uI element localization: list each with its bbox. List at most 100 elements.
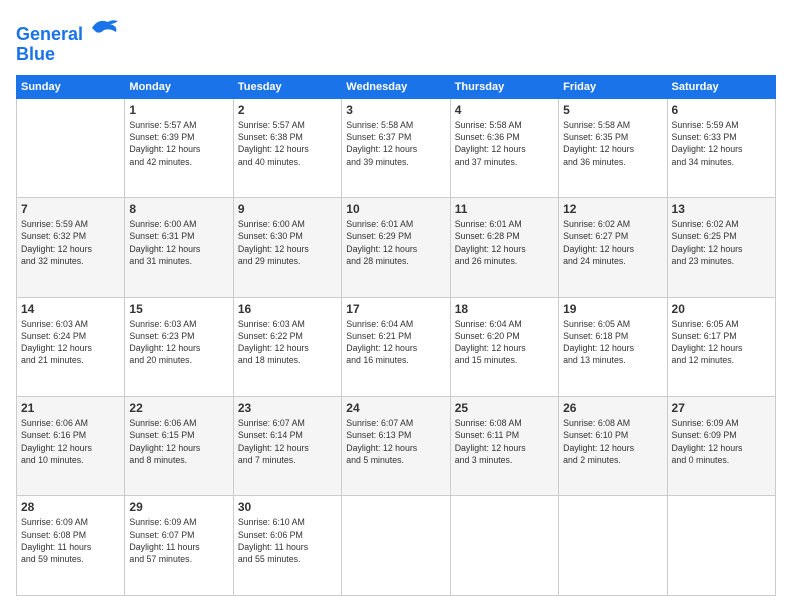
day-cell-8: 8 Sunrise: 6:00 AM Sunset: 6:31 PM Daylig… xyxy=(125,198,233,297)
day-number: 2 xyxy=(238,103,337,117)
weekday-header-saturday: Saturday xyxy=(667,75,775,98)
day-info: Sunrise: 6:09 AM Sunset: 6:07 PM Dayligh… xyxy=(129,516,228,565)
day-number: 6 xyxy=(672,103,771,117)
day-info: Sunrise: 5:58 AM Sunset: 6:36 PM Dayligh… xyxy=(455,119,554,168)
day-cell-23: 23 Sunrise: 6:07 AM Sunset: 6:14 PM Dayli… xyxy=(233,397,341,496)
day-number: 23 xyxy=(238,401,337,415)
day-info: Sunrise: 6:05 AM Sunset: 6:18 PM Dayligh… xyxy=(563,318,662,367)
day-info: Sunrise: 5:57 AM Sunset: 6:38 PM Dayligh… xyxy=(238,119,337,168)
day-cell-5: 5 Sunrise: 5:58 AM Sunset: 6:35 PM Daylig… xyxy=(559,98,667,197)
day-number: 22 xyxy=(129,401,228,415)
day-number: 20 xyxy=(672,302,771,316)
day-info: Sunrise: 6:09 AM Sunset: 6:09 PM Dayligh… xyxy=(672,417,771,466)
week-row-4: 21 Sunrise: 6:06 AM Sunset: 6:16 PM Dayli… xyxy=(17,397,776,496)
week-row-2: 7 Sunrise: 5:59 AM Sunset: 6:32 PM Daylig… xyxy=(17,198,776,297)
day-info: Sunrise: 6:03 AM Sunset: 6:24 PM Dayligh… xyxy=(21,318,120,367)
day-info: Sunrise: 6:01 AM Sunset: 6:28 PM Dayligh… xyxy=(455,218,554,267)
empty-cell xyxy=(342,496,450,596)
day-cell-6: 6 Sunrise: 5:59 AM Sunset: 6:33 PM Daylig… xyxy=(667,98,775,197)
weekday-header-wednesday: Wednesday xyxy=(342,75,450,98)
day-cell-1: 1 Sunrise: 5:57 AM Sunset: 6:39 PM Daylig… xyxy=(125,98,233,197)
day-info: Sunrise: 6:02 AM Sunset: 6:27 PM Dayligh… xyxy=(563,218,662,267)
day-info: Sunrise: 6:07 AM Sunset: 6:14 PM Dayligh… xyxy=(238,417,337,466)
day-info: Sunrise: 6:06 AM Sunset: 6:16 PM Dayligh… xyxy=(21,417,120,466)
day-cell-24: 24Sunrise: 6:07 AM Sunset: 6:13 PM Dayli… xyxy=(342,397,450,496)
day-number: 9 xyxy=(238,202,337,216)
day-info: Sunrise: 5:59 AM Sunset: 6:33 PM Dayligh… xyxy=(672,119,771,168)
week-row-3: 14 Sunrise: 6:03 AM Sunset: 6:24 PM Dayli… xyxy=(17,297,776,396)
day-number: 3 xyxy=(346,103,445,117)
page: General Blue SundayMondayTuesdayWednesda… xyxy=(0,0,792,612)
day-cell-11: 11 Sunrise: 6:01 AM Sunset: 6:28 PM Dayli… xyxy=(450,198,558,297)
day-number: 14 xyxy=(21,302,120,316)
header: General Blue xyxy=(16,16,776,65)
day-info: Sunrise: 6:05 AM Sunset: 6:17 PM Dayligh… xyxy=(672,318,771,367)
day-number: 28 xyxy=(21,500,120,514)
weekday-header-tuesday: Tuesday xyxy=(233,75,341,98)
weekday-header-sunday: Sunday xyxy=(17,75,125,98)
day-cell-17: 17 Sunrise: 6:04 AM Sunset: 6:21 PM Dayli… xyxy=(342,297,450,396)
day-info: Sunrise: 6:06 AM Sunset: 6:15 PM Dayligh… xyxy=(129,417,228,466)
day-cell-29: 29 Sunrise: 6:09 AM Sunset: 6:07 PM Dayli… xyxy=(125,496,233,596)
day-number: 11 xyxy=(455,202,554,216)
logo-text: General xyxy=(16,16,120,45)
weekday-header-monday: Monday xyxy=(125,75,233,98)
day-info: Sunrise: 6:04 AM Sunset: 6:20 PM Dayligh… xyxy=(455,318,554,367)
day-number: 21 xyxy=(21,401,120,415)
day-number: 15 xyxy=(129,302,228,316)
day-info: Sunrise: 6:08 AM Sunset: 6:11 PM Dayligh… xyxy=(455,417,554,466)
day-info: Sunrise: 5:58 AM Sunset: 6:35 PM Dayligh… xyxy=(563,119,662,168)
logo-bird-icon xyxy=(90,16,120,40)
day-cell-28: 28 Sunrise: 6:09 AM Sunset: 6:08 PM Dayli… xyxy=(17,496,125,596)
day-number: 1 xyxy=(129,103,228,117)
day-cell-30: 30 Sunrise: 6:10 AM Sunset: 6:06 PM Dayli… xyxy=(233,496,341,596)
week-row-5: 28 Sunrise: 6:09 AM Sunset: 6:08 PM Dayli… xyxy=(17,496,776,596)
logo-text-blue: Blue xyxy=(16,45,120,65)
week-row-1: 1 Sunrise: 5:57 AM Sunset: 6:39 PM Daylig… xyxy=(17,98,776,197)
day-cell-27: 27 Sunrise: 6:09 AM Sunset: 6:09 PM Dayli… xyxy=(667,397,775,496)
day-number: 18 xyxy=(455,302,554,316)
day-number: 4 xyxy=(455,103,554,117)
day-cell-13: 13 Sunrise: 6:02 AM Sunset: 6:25 PM Dayli… xyxy=(667,198,775,297)
weekday-header-row: SundayMondayTuesdayWednesdayThursdayFrid… xyxy=(17,75,776,98)
day-info: Sunrise: 6:03 AM Sunset: 6:22 PM Dayligh… xyxy=(238,318,337,367)
day-info: Sunrise: 6:10 AM Sunset: 6:06 PM Dayligh… xyxy=(238,516,337,565)
day-number: 10 xyxy=(346,202,445,216)
day-info: Sunrise: 5:59 AM Sunset: 6:32 PM Dayligh… xyxy=(21,218,120,267)
empty-cell xyxy=(667,496,775,596)
day-number: 25 xyxy=(455,401,554,415)
day-info: Sunrise: 6:00 AM Sunset: 6:30 PM Dayligh… xyxy=(238,218,337,267)
day-info: Sunrise: 6:07 AM Sunset: 6:13 PM Dayligh… xyxy=(346,417,445,466)
day-info: Sunrise: 6:02 AM Sunset: 6:25 PM Dayligh… xyxy=(672,218,771,267)
day-number: 5 xyxy=(563,103,662,117)
day-number: 8 xyxy=(129,202,228,216)
day-cell-10: 10 Sunrise: 6:01 AM Sunset: 6:29 PM Dayli… xyxy=(342,198,450,297)
empty-cell xyxy=(559,496,667,596)
day-info: Sunrise: 6:08 AM Sunset: 6:10 PM Dayligh… xyxy=(563,417,662,466)
day-cell-4: 4 Sunrise: 5:58 AM Sunset: 6:36 PM Daylig… xyxy=(450,98,558,197)
day-cell-22: 22 Sunrise: 6:06 AM Sunset: 6:15 PM Dayli… xyxy=(125,397,233,496)
day-number: 16 xyxy=(238,302,337,316)
day-info: Sunrise: 5:57 AM Sunset: 6:39 PM Dayligh… xyxy=(129,119,228,168)
day-cell-16: 16 Sunrise: 6:03 AM Sunset: 6:22 PM Dayli… xyxy=(233,297,341,396)
day-info: Sunrise: 6:09 AM Sunset: 6:08 PM Dayligh… xyxy=(21,516,120,565)
day-number: 7 xyxy=(21,202,120,216)
day-cell-14: 14 Sunrise: 6:03 AM Sunset: 6:24 PM Dayli… xyxy=(17,297,125,396)
day-number: 13 xyxy=(672,202,771,216)
day-number: 30 xyxy=(238,500,337,514)
weekday-header-thursday: Thursday xyxy=(450,75,558,98)
day-info: Sunrise: 6:03 AM Sunset: 6:23 PM Dayligh… xyxy=(129,318,228,367)
day-info: Sunrise: 6:01 AM Sunset: 6:29 PM Dayligh… xyxy=(346,218,445,267)
day-number: 12 xyxy=(563,202,662,216)
day-number: 29 xyxy=(129,500,228,514)
day-number: 27 xyxy=(672,401,771,415)
day-info: Sunrise: 6:04 AM Sunset: 6:21 PM Dayligh… xyxy=(346,318,445,367)
day-number: 17 xyxy=(346,302,445,316)
day-cell-15: 15 Sunrise: 6:03 AM Sunset: 6:23 PM Dayli… xyxy=(125,297,233,396)
day-cell-12: 12 Sunrise: 6:02 AM Sunset: 6:27 PM Dayli… xyxy=(559,198,667,297)
day-cell-25: 25 Sunrise: 6:08 AM Sunset: 6:11 PM Dayli… xyxy=(450,397,558,496)
day-cell-3: 3Sunrise: 5:58 AM Sunset: 6:37 PM Daylig… xyxy=(342,98,450,197)
day-cell-2: 2 Sunrise: 5:57 AM Sunset: 6:38 PM Daylig… xyxy=(233,98,341,197)
day-info: Sunrise: 6:00 AM Sunset: 6:31 PM Dayligh… xyxy=(129,218,228,267)
empty-cell xyxy=(450,496,558,596)
